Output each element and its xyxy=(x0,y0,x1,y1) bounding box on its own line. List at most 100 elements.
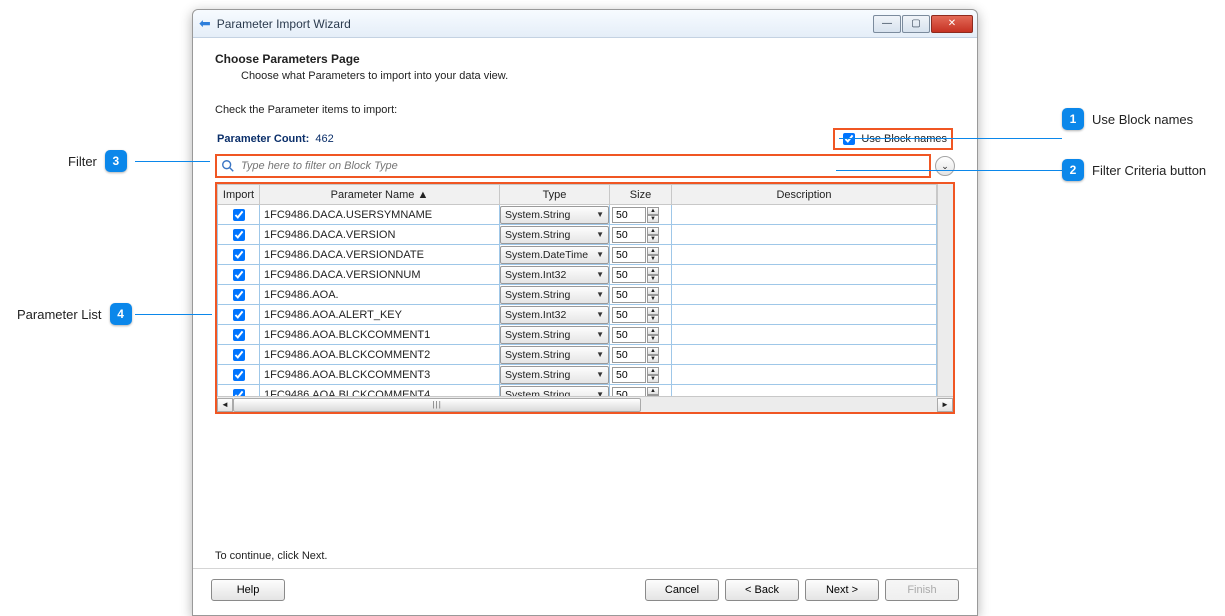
spin-down-button[interactable]: ▼ xyxy=(647,315,659,323)
type-cell[interactable]: System.DateTime▼ xyxy=(500,245,610,265)
size-input[interactable] xyxy=(612,307,646,323)
description-cell[interactable] xyxy=(672,245,937,265)
import-checkbox[interactable] xyxy=(233,349,245,361)
description-cell[interactable] xyxy=(672,265,937,285)
size-input[interactable] xyxy=(612,387,646,397)
spin-down-button[interactable]: ▼ xyxy=(647,335,659,343)
type-dropdown[interactable]: System.String▼ xyxy=(500,286,609,304)
import-cell[interactable] xyxy=(218,265,260,285)
size-cell[interactable]: ▲▼ xyxy=(610,205,672,225)
type-cell[interactable]: System.Int32▼ xyxy=(500,265,610,285)
col-import[interactable]: Import xyxy=(218,185,260,205)
description-cell[interactable] xyxy=(672,305,937,325)
type-cell[interactable]: System.String▼ xyxy=(500,365,610,385)
description-cell[interactable] xyxy=(672,225,937,245)
maximize-button[interactable]: ▢ xyxy=(902,15,930,33)
import-cell[interactable] xyxy=(218,365,260,385)
size-cell[interactable]: ▲▼ xyxy=(610,325,672,345)
cancel-button[interactable]: Cancel xyxy=(645,579,719,601)
size-input[interactable] xyxy=(612,267,646,283)
spin-down-button[interactable]: ▼ xyxy=(647,375,659,383)
minimize-button[interactable]: — xyxy=(873,15,901,33)
import-cell[interactable] xyxy=(218,245,260,265)
size-input[interactable] xyxy=(612,347,646,363)
type-cell[interactable]: System.String▼ xyxy=(500,345,610,365)
size-cell[interactable]: ▲▼ xyxy=(610,225,672,245)
size-input[interactable] xyxy=(612,287,646,303)
spin-down-button[interactable]: ▼ xyxy=(647,235,659,243)
import-cell[interactable] xyxy=(218,305,260,325)
import-cell[interactable] xyxy=(218,285,260,305)
spin-up-button[interactable]: ▲ xyxy=(647,307,659,315)
size-input[interactable] xyxy=(612,367,646,383)
description-cell[interactable] xyxy=(672,285,937,305)
spin-up-button[interactable]: ▲ xyxy=(647,207,659,215)
import-checkbox[interactable] xyxy=(233,389,245,397)
description-cell[interactable] xyxy=(672,365,937,385)
size-cell[interactable]: ▲▼ xyxy=(610,285,672,305)
size-cell[interactable]: ▲▼ xyxy=(610,385,672,397)
size-input[interactable] xyxy=(612,227,646,243)
type-cell[interactable]: System.Int32▼ xyxy=(500,305,610,325)
type-dropdown[interactable]: System.Int32▼ xyxy=(500,306,609,324)
type-dropdown[interactable]: System.String▼ xyxy=(500,206,609,224)
finish-button[interactable]: Finish xyxy=(885,579,959,601)
import-cell[interactable] xyxy=(218,345,260,365)
size-input[interactable] xyxy=(612,247,646,263)
spin-up-button[interactable]: ▲ xyxy=(647,387,659,395)
size-input[interactable] xyxy=(612,207,646,223)
import-cell[interactable] xyxy=(218,205,260,225)
type-dropdown[interactable]: System.String▼ xyxy=(500,366,609,384)
col-size[interactable]: Size xyxy=(610,185,672,205)
size-cell[interactable]: ▲▼ xyxy=(610,245,672,265)
import-checkbox[interactable] xyxy=(233,369,245,381)
size-cell[interactable]: ▲▼ xyxy=(610,345,672,365)
type-cell[interactable]: System.String▼ xyxy=(500,205,610,225)
horizontal-scrollbar[interactable]: ◄ ||| ► xyxy=(217,396,953,412)
import-checkbox[interactable] xyxy=(233,269,245,281)
spin-up-button[interactable]: ▲ xyxy=(647,367,659,375)
import-checkbox[interactable] xyxy=(233,229,245,241)
size-input[interactable] xyxy=(612,327,646,343)
import-checkbox[interactable] xyxy=(233,289,245,301)
type-dropdown[interactable]: System.String▼ xyxy=(500,346,609,364)
scroll-right-button[interactable]: ► xyxy=(937,398,953,412)
import-checkbox[interactable] xyxy=(233,209,245,221)
type-dropdown[interactable]: System.DateTime▼ xyxy=(500,246,609,264)
col-type[interactable]: Type xyxy=(500,185,610,205)
spin-down-button[interactable]: ▼ xyxy=(647,295,659,303)
spin-up-button[interactable]: ▲ xyxy=(647,347,659,355)
use-block-names-checkbox[interactable]: Use Block names xyxy=(833,128,953,150)
description-cell[interactable] xyxy=(672,205,937,225)
import-cell[interactable] xyxy=(218,325,260,345)
col-description[interactable]: Description xyxy=(672,185,937,205)
filter-box[interactable] xyxy=(215,154,931,178)
spin-up-button[interactable]: ▲ xyxy=(647,247,659,255)
type-cell[interactable]: System.String▼ xyxy=(500,385,610,397)
next-button[interactable]: Next > xyxy=(805,579,879,601)
filter-input[interactable] xyxy=(239,159,925,173)
vertical-scrollbar[interactable] xyxy=(937,184,953,396)
close-button[interactable]: ✕ xyxy=(931,15,973,33)
type-dropdown[interactable]: System.String▼ xyxy=(500,386,609,397)
help-button[interactable]: Help xyxy=(211,579,285,601)
scroll-left-button[interactable]: ◄ xyxy=(217,398,233,412)
col-name[interactable]: Parameter Name ▲ xyxy=(260,185,500,205)
type-cell[interactable]: System.String▼ xyxy=(500,325,610,345)
spin-up-button[interactable]: ▲ xyxy=(647,267,659,275)
scroll-track[interactable]: ||| xyxy=(233,398,937,412)
filter-criteria-button[interactable]: ⌄ xyxy=(935,156,955,176)
size-cell[interactable]: ▲▼ xyxy=(610,365,672,385)
spin-up-button[interactable]: ▲ xyxy=(647,287,659,295)
import-checkbox[interactable] xyxy=(233,309,245,321)
description-cell[interactable] xyxy=(672,345,937,365)
import-checkbox[interactable] xyxy=(233,329,245,341)
description-cell[interactable] xyxy=(672,325,937,345)
spin-up-button[interactable]: ▲ xyxy=(647,327,659,335)
import-cell[interactable] xyxy=(218,225,260,245)
spin-up-button[interactable]: ▲ xyxy=(647,227,659,235)
type-dropdown[interactable]: System.String▼ xyxy=(500,326,609,344)
back-arrow-icon[interactable]: ⬅ xyxy=(199,15,211,32)
spin-down-button[interactable]: ▼ xyxy=(647,215,659,223)
type-dropdown[interactable]: System.String▼ xyxy=(500,226,609,244)
